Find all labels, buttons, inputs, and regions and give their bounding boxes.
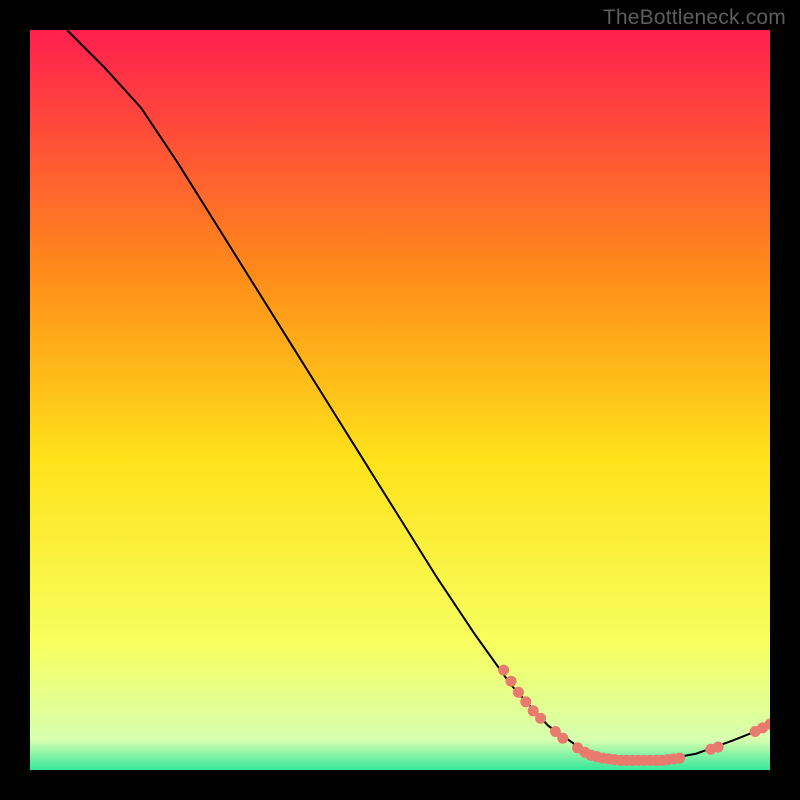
data-marker — [513, 687, 524, 698]
watermark-text: TheBottleneck.com — [603, 6, 786, 30]
data-marker — [557, 733, 568, 744]
data-marker — [498, 665, 509, 676]
plot-area — [30, 30, 770, 770]
data-marker — [506, 676, 517, 687]
data-marker — [674, 753, 685, 764]
chart-svg — [30, 30, 770, 770]
data-marker — [713, 742, 724, 753]
chart-container: TheBottleneck.com — [0, 0, 800, 800]
gradient-background — [30, 30, 770, 770]
data-marker — [535, 713, 546, 724]
data-marker — [520, 696, 531, 707]
